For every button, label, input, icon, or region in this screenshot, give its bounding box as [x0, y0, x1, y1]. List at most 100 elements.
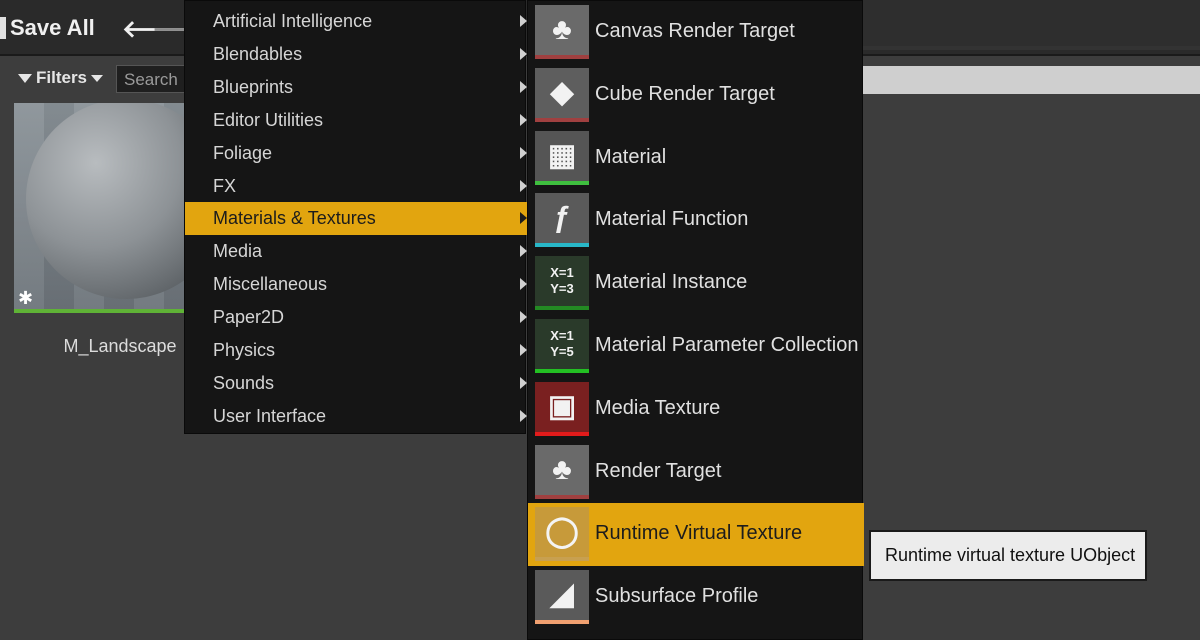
category-menu-item[interactable]: Paper2D [185, 301, 527, 334]
asset-type-menu-item-label: Runtime Virtual Texture [595, 522, 803, 545]
asset-type-menu-item[interactable]: X=1 Y=5 Material Parameter Collection [528, 315, 864, 378]
category-menu-item-label: Sounds [213, 372, 275, 393]
chevron-right-icon [520, 311, 527, 324]
category-menu-item-label: FX [213, 175, 237, 196]
asset-type-menu-item-label: Canvas Render Target [595, 20, 795, 42]
search-field-remainder[interactable] [862, 66, 1200, 94]
icon-glyph: X=1 Y=5 [550, 328, 574, 359]
filters-button[interactable]: Filters [18, 68, 104, 88]
icon-glyph: ◯ [545, 515, 579, 549]
tooltip: Runtime virtual texture UObject [869, 530, 1147, 581]
asset-color-bar [535, 494, 589, 499]
icon-glyph: X=1 Y=3 [550, 265, 574, 297]
category-menu-item-label: Media [213, 241, 263, 262]
category-menu-item[interactable]: FX [185, 170, 527, 203]
render-target-icon: ♣ [535, 444, 589, 499]
category-menu-item-label: User Interface [213, 405, 327, 426]
asset-type-menu-item[interactable]: ♣ Render Target [528, 441, 864, 504]
parameter-collection-icon: X=1 Y=5 [535, 319, 589, 373]
asset-type-menu-item-label: Cube Render Target [595, 82, 775, 105]
chevron-right-icon [520, 15, 527, 27]
asset-type-menu-item-label: Material Parameter Collection [595, 334, 859, 356]
asset-type-menu-item-label: Material Instance [595, 271, 748, 294]
icon-glyph: ◆ [550, 75, 574, 109]
cube-render-target-icon: ◆ [535, 67, 589, 122]
chevron-right-icon [520, 278, 527, 291]
filters-label: Filters [36, 68, 88, 87]
asset-color-bar [535, 117, 589, 122]
asset-type-menu-item[interactable]: ▦ Material [528, 127, 864, 190]
category-menu-item-label: Miscellaneous [213, 274, 328, 295]
category-menu-item[interactable]: Media [185, 235, 527, 268]
chevron-right-icon [520, 146, 527, 159]
asset-color-bar [535, 557, 589, 562]
material-sphere-preview [26, 103, 186, 299]
category-menu-item[interactable]: Blueprints [185, 71, 527, 104]
asset-type-menu-item[interactable]: ♣ Canvas Render Target [528, 1, 864, 64]
category-menu-item-label: Blueprints [213, 76, 294, 97]
material-grid-icon: ▦ [535, 130, 589, 185]
material-instance-icon: X=1 Y=3 [535, 256, 589, 311]
chevron-right-icon [520, 47, 527, 60]
category-menu-item-label: Paper2D [213, 307, 285, 328]
asset-type-menu-item[interactable]: X=1 Y=3 Material Instance [528, 252, 864, 315]
asset-color-bar [535, 431, 589, 436]
category-menu-item[interactable]: Artificial Intelligence [185, 5, 527, 38]
asset-tile[interactable]: ✱ [14, 103, 186, 313]
asset-color-bar [535, 55, 589, 59]
asset-type-menu-item[interactable]: ◯ Runtime Virtual Texture [528, 503, 864, 567]
category-menu-item-label: Foliage [213, 142, 273, 163]
asset-color-bar [535, 620, 589, 625]
category-menu-item[interactable]: Editor Utilities [185, 104, 527, 137]
ring-icon: ◯ [535, 507, 589, 562]
asset-type-menu-item[interactable]: ◢ Subsurface Profile [528, 566, 864, 629]
asset-type-menu-item-label: Render Target [595, 459, 722, 482]
category-menu-item-label: Artificial Intelligence [213, 11, 373, 31]
category-menu-item[interactable]: User Interface [185, 400, 527, 433]
save-all-label: Save All [10, 15, 95, 40]
chevron-down-icon [91, 74, 104, 82]
toolbar-right-inner [863, 0, 1200, 46]
chevron-right-icon [520, 344, 527, 356]
asset-type-menu: ♣ Canvas Render Target ◆ Cube Render Target… [527, 0, 864, 640]
icon-glyph: ♣ [552, 13, 572, 46]
save-all-button[interactable]: Save All [0, 12, 95, 44]
category-menu-item-label: Materials & Textures [213, 208, 376, 229]
category-menu-item-label: Blendables [213, 43, 303, 64]
category-menu-item[interactable]: Materials & Textures [185, 202, 527, 236]
save-icon [0, 17, 6, 39]
tree-render-target-icon: ♣ [535, 5, 589, 59]
asset-color-bar [535, 243, 589, 248]
subsurface-profile-icon: ◢ [535, 570, 589, 625]
asset-type-menu-item-label: Subsurface Profile [595, 585, 759, 608]
media-texture-icon: ▣ [535, 381, 589, 436]
category-menu-item[interactable]: Miscellaneous [185, 268, 527, 301]
icon-glyph: ▦ [547, 138, 577, 172]
category-menu-item-label: Physics [213, 340, 276, 360]
category-menu: Artificial Intelligence Blendables Bluepri… [184, 0, 527, 434]
asterisk-icon: ✱ [18, 288, 34, 308]
search-input[interactable]: Search [116, 65, 186, 93]
chevron-right-icon [520, 409, 527, 422]
asset-color-bar [535, 306, 589, 311]
icon-glyph: ♣ [552, 452, 572, 486]
chevron-right-icon [520, 179, 527, 192]
chevron-right-icon [520, 80, 527, 93]
chevron-right-icon [520, 245, 527, 258]
asset-type-bar [14, 309, 186, 313]
toolbar-right-panel [862, 0, 1200, 50]
function-icon: ƒ [535, 193, 589, 248]
icon-glyph: ▣ [547, 389, 577, 423]
asset-type-menu-item-label: Media Texture [595, 396, 721, 419]
icon-glyph: ◢ [550, 578, 574, 612]
category-menu-item[interactable]: Physics [185, 334, 527, 367]
asset-type-menu-item[interactable]: ▣ Media Texture [528, 378, 864, 441]
icon-glyph: ƒ [553, 201, 571, 235]
asset-type-menu-item[interactable]: ƒ Material Function [528, 189, 864, 252]
category-menu-item[interactable]: Sounds [185, 367, 527, 400]
chevron-right-icon [520, 376, 527, 389]
asset-type-menu-item[interactable]: ◆ Cube Render Target [528, 64, 864, 127]
category-menu-item[interactable]: Blendables [185, 38, 527, 71]
chevron-right-icon [520, 212, 527, 225]
category-menu-item[interactable]: Foliage [185, 137, 527, 170]
